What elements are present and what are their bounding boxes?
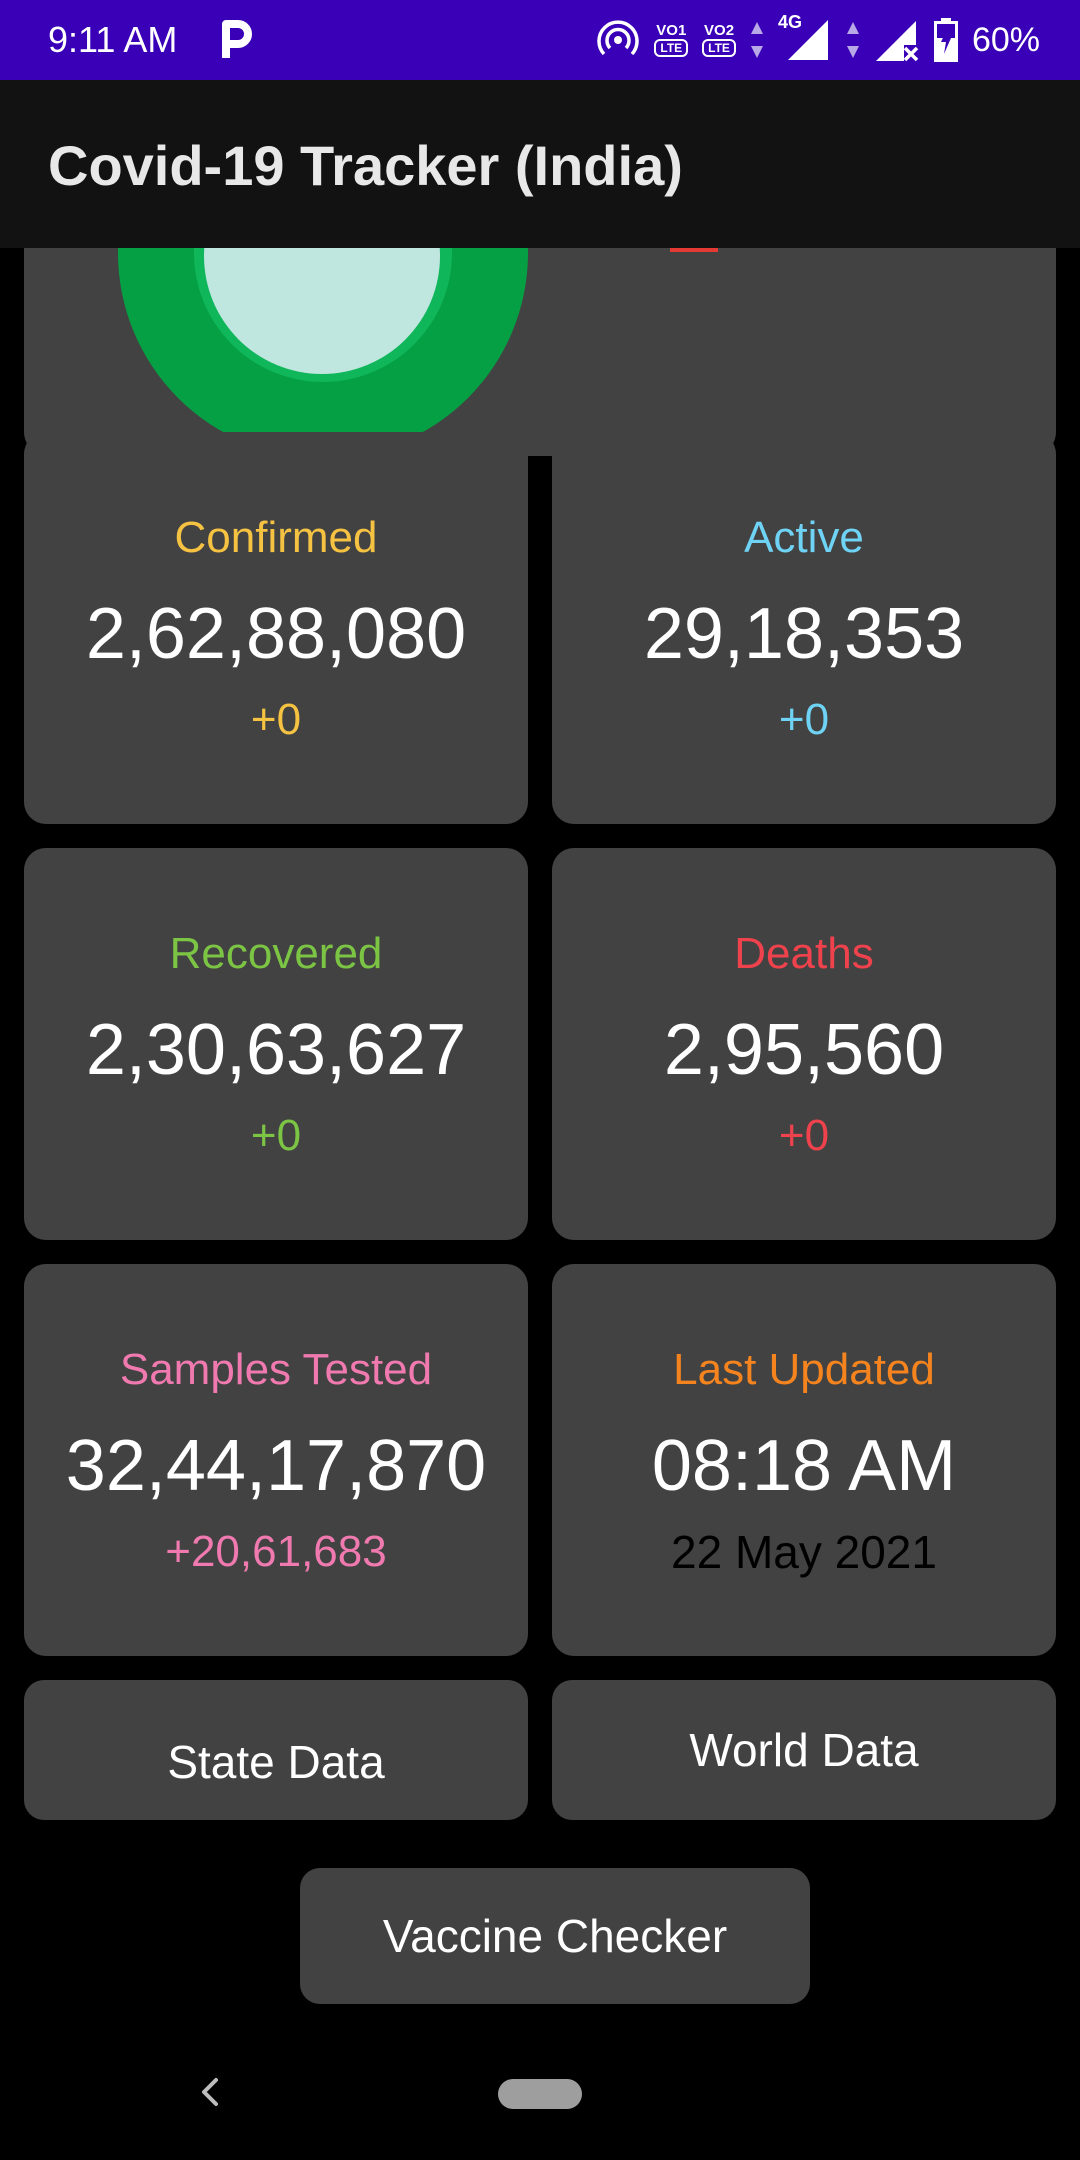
page-title: Covid-19 Tracker (India) [48,134,683,197]
confirmed-card: Confirmed 2,62,88,080 +0 [24,432,528,824]
status-bar: 9:11 AM VO1 LTE VO2 LTE 4G 60% [0,0,1080,80]
volte-sim2-icon: VO2 LTE [702,22,736,57]
signal-4g-icon: 4G [778,12,832,64]
samples-tested-delta: +20,61,683 [165,1527,387,1576]
status-time: 9:11 AM [48,19,178,60]
dashboard-content[interactable]: Confirmed 2,62,88,080 +0 Active 29,18,35… [0,248,1080,2016]
p-icon [218,18,254,62]
samples-tested-card: Samples Tested 32,44,17,870 +20,61,683 [24,1264,528,1656]
volte-sim1-icon: VO1 LTE [654,22,689,57]
samples-tested-value: 32,44,17,870 [65,1426,487,1506]
state-data-button[interactable]: State Data [24,1680,528,1820]
deaths-card: Deaths 2,95,560 +0 [552,848,1056,1240]
summary-chart-card [24,248,1056,456]
deaths-delta: +0 [778,1111,830,1160]
data-activity-icon [846,20,860,60]
confirmed-label: Confirmed [174,513,378,562]
confirmed-value: 2,62,88,080 [85,594,467,674]
active-delta: +0 [778,695,830,744]
confirmed-delta: +0 [250,695,302,744]
app-bar: Covid-19 Tracker (India) [0,80,1080,248]
last-updated-date: 22 May 2021 [671,1526,937,1578]
world-data-button[interactable]: World Data [552,1680,1056,1820]
recovered-label: Recovered [169,929,383,978]
recovered-card: Recovered 2,30,63,627 +0 [24,848,528,1240]
active-value: 29,18,353 [643,594,965,674]
vaccine-checker-button[interactable]: Vaccine Checker [300,1868,810,2004]
active-card: Active 29,18,353 +0 [552,432,1056,824]
recovered-delta: +0 [250,1111,302,1160]
samples-tested-label: Samples Tested [119,1345,433,1394]
hotspot-icon [596,18,640,62]
battery-percent: 60% [971,21,1040,59]
signal-no-service-icon [874,17,920,63]
deaths-label: Deaths [734,929,874,978]
status-icons: VO1 LTE VO2 LTE 4G 60% [596,12,1040,66]
home-pill-icon[interactable] [498,2079,582,2109]
legend-mark-deaths [670,248,718,252]
back-icon[interactable] [190,2072,230,2112]
deaths-value: 2,95,560 [663,1010,945,1090]
battery-charging-icon [933,18,958,62]
recovered-value: 2,30,63,627 [85,1010,467,1090]
data-activity-icon [750,20,764,60]
navigation-bar [0,2016,1080,2160]
last-updated-card: Last Updated 08:18 AM 22 May 2021 [552,1264,1056,1656]
active-label: Active [744,513,864,562]
last-updated-label: Last Updated [673,1345,935,1394]
last-updated-time: 08:18 AM [651,1426,957,1506]
